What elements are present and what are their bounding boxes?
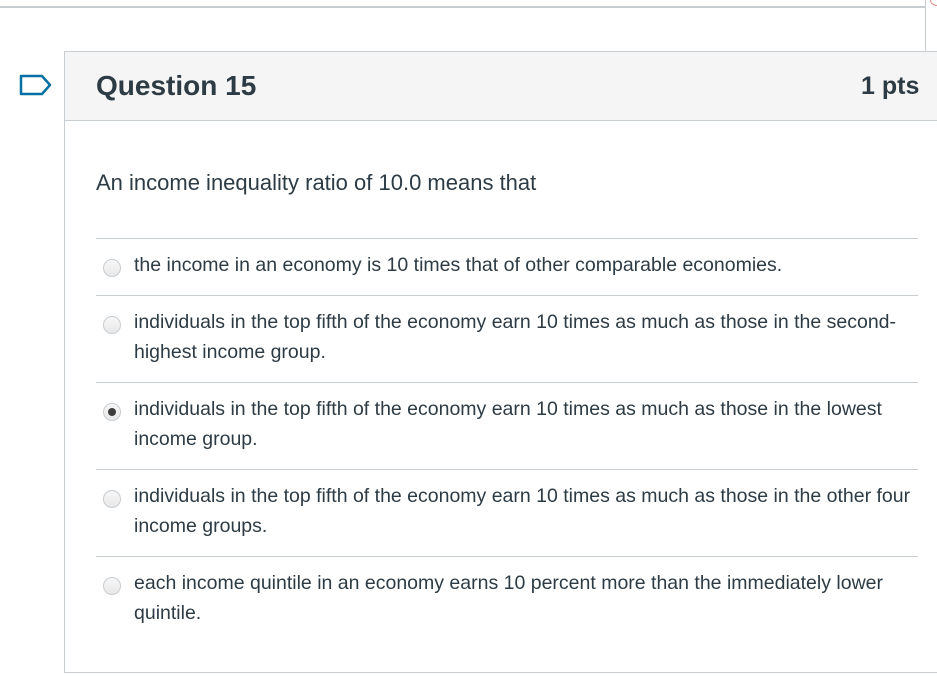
- question-header: Question 15 1 pts: [65, 52, 937, 121]
- top-divider: [0, 6, 937, 8]
- answer-option[interactable]: each income quintile in an economy earns…: [96, 556, 918, 643]
- answer-radio-selected[interactable]: [103, 403, 121, 421]
- flag-question-icon[interactable]: [19, 73, 53, 97]
- quiz-page: Question 15 1 pts An income inequality r…: [0, 0, 937, 676]
- answer-radio[interactable]: [103, 577, 121, 595]
- answer-option[interactable]: the income in an economy is 10 times tha…: [96, 238, 918, 295]
- question-title: Question 15: [96, 70, 257, 101]
- answer-label: each income quintile in an economy earns…: [134, 572, 883, 624]
- side-panel-icon: [930, 0, 937, 6]
- answer-label: individuals in the top fifth of the econ…: [134, 485, 911, 537]
- question-card: Question 15 1 pts An income inequality r…: [64, 51, 937, 673]
- answer-radio[interactable]: [103, 490, 121, 508]
- answer-label: the income in an economy is 10 times tha…: [134, 254, 783, 276]
- question-text: An income inequality ratio of 10.0 means…: [96, 170, 537, 195]
- answer-radio[interactable]: [103, 259, 121, 277]
- answer-option[interactable]: individuals in the top fifth of the econ…: [96, 295, 918, 382]
- answer-label: individuals in the top fifth of the econ…: [134, 398, 882, 450]
- answer-list: the income in an economy is 10 times tha…: [96, 238, 918, 643]
- question-points: 1 pts: [861, 72, 920, 100]
- answer-option[interactable]: individuals in the top fifth of the econ…: [96, 469, 918, 556]
- answer-option[interactable]: individuals in the top fifth of the econ…: [96, 382, 918, 469]
- answer-radio[interactable]: [103, 316, 121, 334]
- answer-label: individuals in the top fifth of the econ…: [134, 311, 897, 363]
